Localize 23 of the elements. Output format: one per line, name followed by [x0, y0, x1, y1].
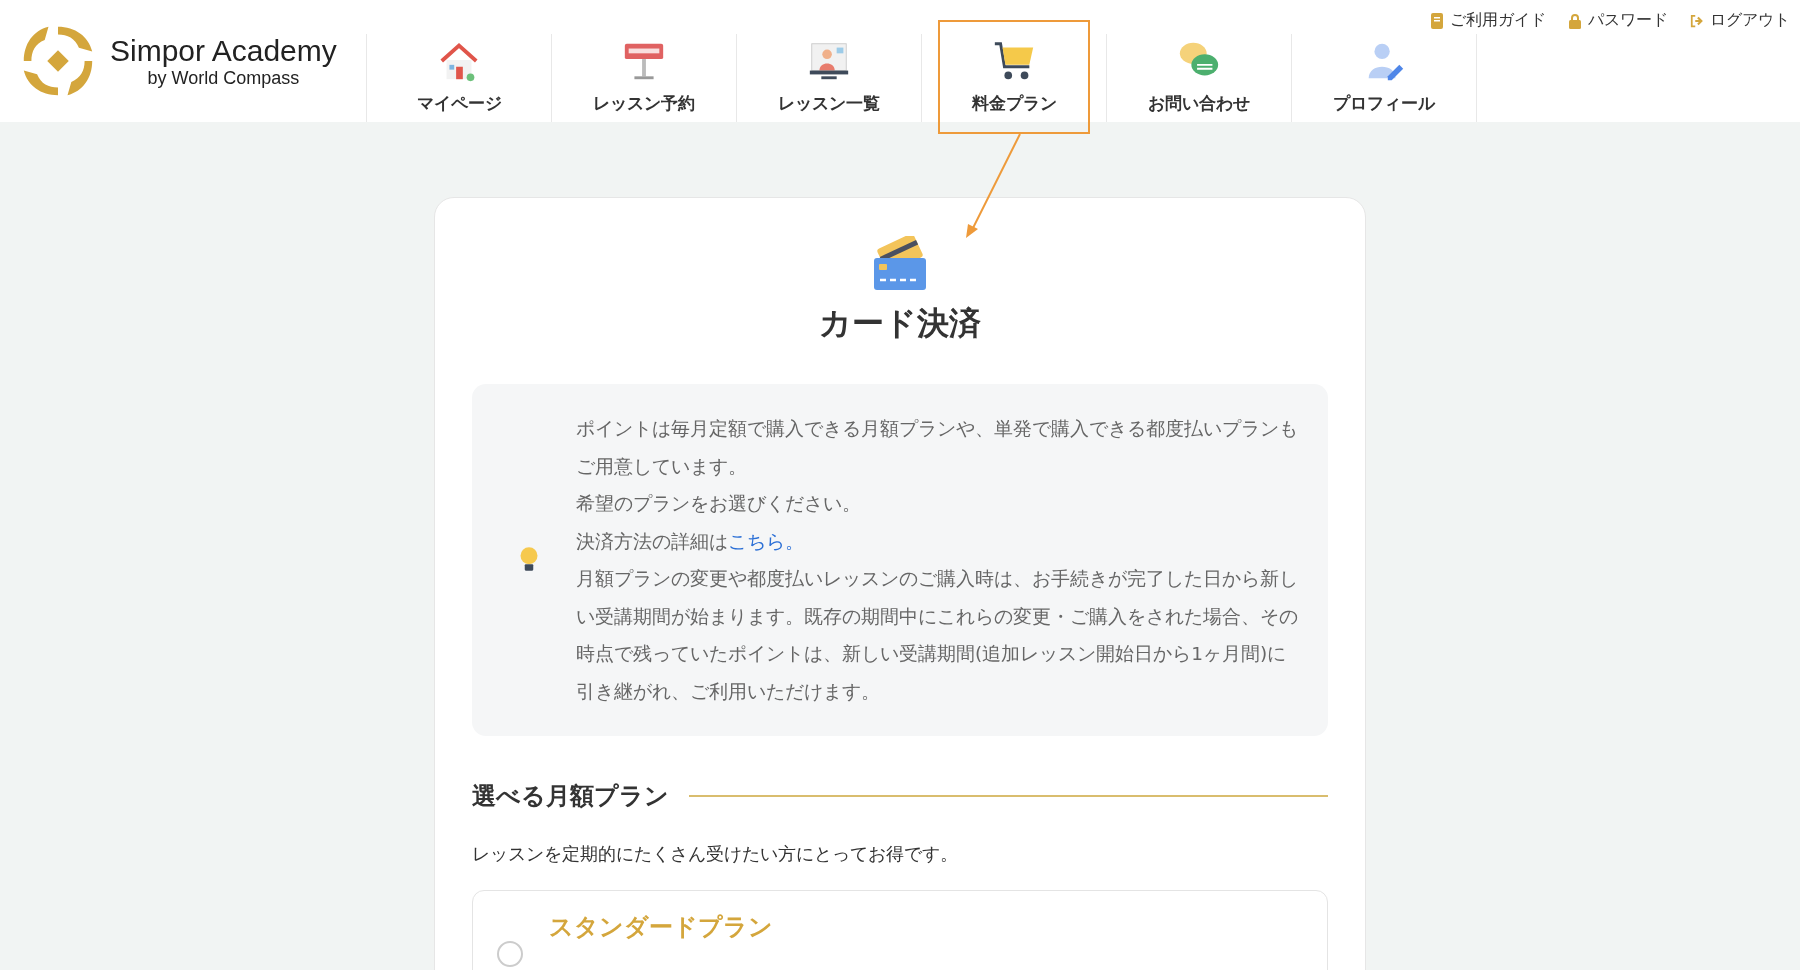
info-paragraph: ポイントは毎月定額で購入できる月額プランや、単発で購入できる都度払いプランもご用意しています。 — [576, 417, 1298, 479]
logo-name: Simpor Academy — [110, 33, 337, 68]
plan-name: スタンダードプラン — [549, 912, 773, 943]
top-link[interactable]: ご利用ガイド — [1430, 10, 1546, 31]
info-paragraph: 月額プランの変更や都度払いレッスンのご購入時は、お手続きが完了した日から新しい受講期間が始まります。既存の期間中にこれらの変更・ご購入をされた場合、その時点で残っていたポイントは、新しい受講期間(追加レッスン開始日から1ヶ月間)に引き継がれ、ご利用いただけます。 — [576, 567, 1298, 704]
top-link[interactable]: ログアウト — [1690, 10, 1790, 31]
nav-tab[interactable]: プロフィール — [1292, 34, 1477, 122]
nav-tab[interactable]: レッスン一覧 — [737, 34, 922, 122]
logo-tagline: by World Compass — [147, 67, 300, 89]
nav-tab[interactable]: お問い合わせ — [1107, 34, 1292, 122]
plan-radio[interactable] — [497, 941, 523, 967]
page-title: カード決済 — [818, 303, 982, 344]
book-icon — [1430, 12, 1444, 29]
nav-tab[interactable]: マイページ — [367, 34, 552, 122]
section-description: レッスンを定期的にたくさん受けたい方にとってお得です。 — [472, 843, 959, 866]
info-paragraph: 希望のプランをお選びください。 — [576, 492, 862, 516]
top-link[interactable]: パスワード — [1568, 10, 1668, 31]
lock-icon — [1568, 12, 1582, 29]
section-title: 選べる月額プラン — [472, 781, 669, 812]
nav-tab[interactable]: レッスン予約 — [552, 34, 737, 122]
info-paragraph: 決済方法の詳細はこちら。 — [576, 529, 805, 554]
logout-icon — [1690, 12, 1704, 29]
details-link[interactable]: こちら。 — [728, 530, 804, 552]
